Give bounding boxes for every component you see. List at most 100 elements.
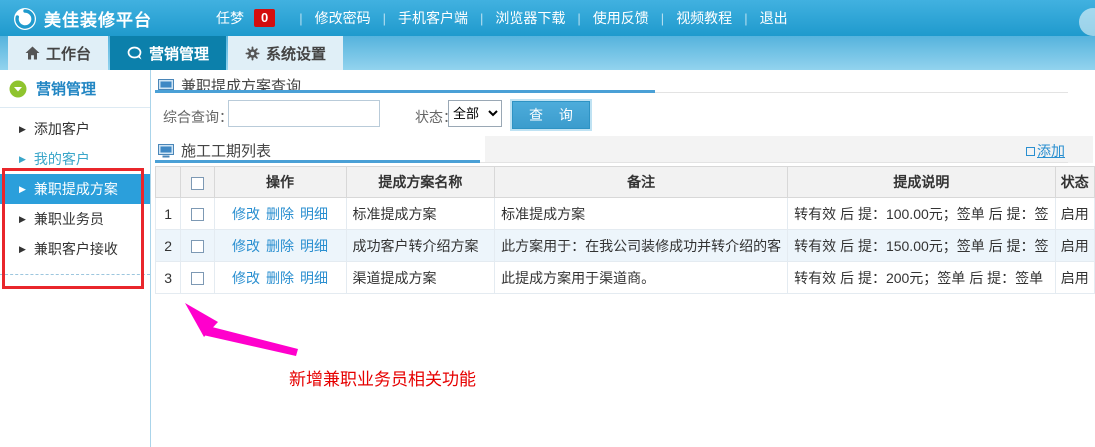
app-logo: 美佳装修平台 <box>13 6 152 31</box>
select-all-checkbox[interactable] <box>191 177 204 190</box>
col-header-2: 操作 <box>214 167 346 198</box>
top-link-1[interactable]: 手机客户端 <box>398 8 468 28</box>
add-link[interactable]: 添加 <box>1026 141 1065 161</box>
query-title-underline <box>155 90 655 93</box>
plan-name: 标准提成方案 <box>346 198 495 230</box>
menu-separator: | <box>661 11 664 26</box>
search-label: 综合查询： <box>163 107 233 127</box>
sidebar-item-label: 添加客户 <box>34 119 90 139</box>
sidebar-item-4[interactable]: ▶兼职客户接收 <box>0 234 150 264</box>
sidebar-item-3[interactable]: ▶ 兼职业务员 <box>0 204 150 234</box>
list-section-title: 施工工期列表 <box>181 140 271 161</box>
action-delete-link[interactable]: 删除 <box>266 238 294 254</box>
tab-label: 系统设置 <box>266 43 326 64</box>
sidebar-item-1[interactable]: ▶ 我的客户 <box>0 144 150 174</box>
row-checkbox[interactable] <box>191 272 204 285</box>
collapse-chevron-icon <box>9 80 27 98</box>
tab-label: 营销管理 <box>149 43 209 64</box>
row-actions: 修改删除明细 <box>214 230 346 262</box>
triangle-icon: ▶ <box>19 214 26 225</box>
sidebar-header[interactable]: 营销管理 <box>0 70 150 108</box>
top-bar: 美佳装修平台 任梦 0 |修改密码|手机客户端|浏览器下载|使用反馈|视频教程|… <box>0 0 1095 36</box>
tab-label: 工作台 <box>46 43 91 64</box>
menu-separator: | <box>299 11 302 26</box>
top-link-2[interactable]: 浏览器下载 <box>495 8 565 28</box>
triangle-icon: ▶ <box>19 154 26 165</box>
row-number: 3 <box>156 262 181 294</box>
table-row: 2修改删除明细成功客户转介绍方案此方案用于：在我公司装修成功并转介绍的客转有效 … <box>156 230 1095 262</box>
col-header-4: 备注 <box>495 167 788 198</box>
sidebar-item-label: 兼职业务员 <box>34 209 104 229</box>
sidebar-divider <box>0 274 150 275</box>
annotation-text: 新增兼职业务员相关功能 <box>289 365 476 390</box>
row-checkbox[interactable] <box>191 240 204 253</box>
col-header-1 <box>181 167 214 198</box>
top-link-0[interactable]: 修改密码 <box>315 8 371 28</box>
action-delete-link[interactable]: 删除 <box>266 206 294 222</box>
search-button[interactable]: 查 询 <box>512 101 590 129</box>
app-title: 美佳装修平台 <box>44 6 152 31</box>
main-content: 兼职提成方案查询 综合查询： 状态： 全部 查 询 施工工期列表 添加 <box>152 70 1095 447</box>
row-actions: 修改删除明细 <box>214 262 346 294</box>
col-header-3: 提成方案名称 <box>346 167 495 198</box>
action-edit-link[interactable]: 修改 <box>232 238 260 254</box>
sidebar-item-label: 我的客户 <box>34 149 90 169</box>
triangle-icon: ▶ <box>19 184 26 195</box>
top-right-circle[interactable] <box>1079 8 1095 36</box>
sidebar-menu: ▶ 添加客户 ▶ 我的客户 ▶ 兼职提成方案 ▶ 兼职业务员 ▶兼职客户接收 <box>0 114 150 264</box>
plan-desc: 转有效 后 提：100.00元；签单 后 提：签 <box>788 198 1055 230</box>
search-input[interactable] <box>228 100 380 127</box>
action-detail-link[interactable]: 明细 <box>300 270 328 286</box>
col-header-5: 提成说明 <box>788 167 1055 198</box>
top-links: |修改密码|手机客户端|浏览器下载|使用反馈|视频教程|退出 <box>287 8 787 28</box>
table-row: 3修改删除明细渠道提成方案此提成方案用于渠道商。转有效 后 提：200元；签单 … <box>156 262 1095 294</box>
swirl-logo-icon <box>13 7 37 31</box>
action-edit-link[interactable]: 修改 <box>232 270 260 286</box>
tab-1[interactable]: 营销管理 <box>110 36 226 70</box>
menu-separator: | <box>744 11 747 26</box>
triangle-icon: ▶ <box>19 244 26 255</box>
sidebar-header-label: 营销管理 <box>36 78 96 99</box>
status-select[interactable]: 全部 <box>448 100 502 127</box>
plan-remark: 此方案用于：在我公司装修成功并转介绍的客 <box>495 230 788 262</box>
notification-badge[interactable]: 0 <box>254 9 275 27</box>
plan-status: 启用 <box>1055 262 1094 294</box>
top-link-3[interactable]: 使用反馈 <box>593 8 649 28</box>
home-icon <box>25 46 40 60</box>
plan-status: 启用 <box>1055 230 1094 262</box>
list-title-underline <box>155 160 480 163</box>
plan-name: 成功客户转介绍方案 <box>346 230 495 262</box>
table-header-row: 操作提成方案名称备注提成说明状态 <box>156 167 1095 198</box>
plan-remark: 标准提成方案 <box>495 198 788 230</box>
sidebar-item-0[interactable]: ▶ 添加客户 <box>0 114 150 144</box>
col-header-0 <box>156 167 181 198</box>
main-tab-bar: 工作台 营销管理 系统设置 <box>0 36 1095 70</box>
tab-0[interactable]: 工作台 <box>8 36 108 70</box>
sidebar-item-label: 兼职提成方案 <box>34 179 118 199</box>
top-menu: 任梦 0 |修改密码|手机客户端|浏览器下载|使用反馈|视频教程|退出 <box>216 0 788 36</box>
app-window: 美佳装修平台 任梦 0 |修改密码|手机客户端|浏览器下载|使用反馈|视频教程|… <box>0 0 1095 447</box>
tab-2[interactable]: 系统设置 <box>228 36 343 70</box>
row-checkbox[interactable] <box>191 208 204 221</box>
menu-separator: | <box>480 11 483 26</box>
col-header-6: 状态 <box>1055 167 1094 198</box>
action-detail-link[interactable]: 明细 <box>300 238 328 254</box>
list-header-band <box>485 136 1093 163</box>
plan-name: 渠道提成方案 <box>346 262 495 294</box>
action-detail-link[interactable]: 明细 <box>300 206 328 222</box>
user-name[interactable]: 任梦 <box>216 8 244 28</box>
menu-separator: | <box>383 11 386 26</box>
plan-desc: 转有效 后 提：150.00元；签单 后 提：签 <box>788 230 1055 262</box>
row-number: 1 <box>156 198 181 230</box>
action-delete-link[interactable]: 删除 <box>266 270 294 286</box>
action-edit-link[interactable]: 修改 <box>232 206 260 222</box>
plan-remark: 此提成方案用于渠道商。 <box>495 262 788 294</box>
sidebar-item-2[interactable]: ▶ 兼职提成方案 <box>0 174 150 204</box>
row-number: 2 <box>156 230 181 262</box>
top-link-5[interactable]: 退出 <box>760 8 788 28</box>
list-section-header: 施工工期列表 <box>158 140 271 161</box>
top-link-4[interactable]: 视频教程 <box>676 8 732 28</box>
monitor-icon <box>158 144 174 158</box>
triangle-icon: ▶ <box>19 124 26 135</box>
plan-status: 启用 <box>1055 198 1094 230</box>
